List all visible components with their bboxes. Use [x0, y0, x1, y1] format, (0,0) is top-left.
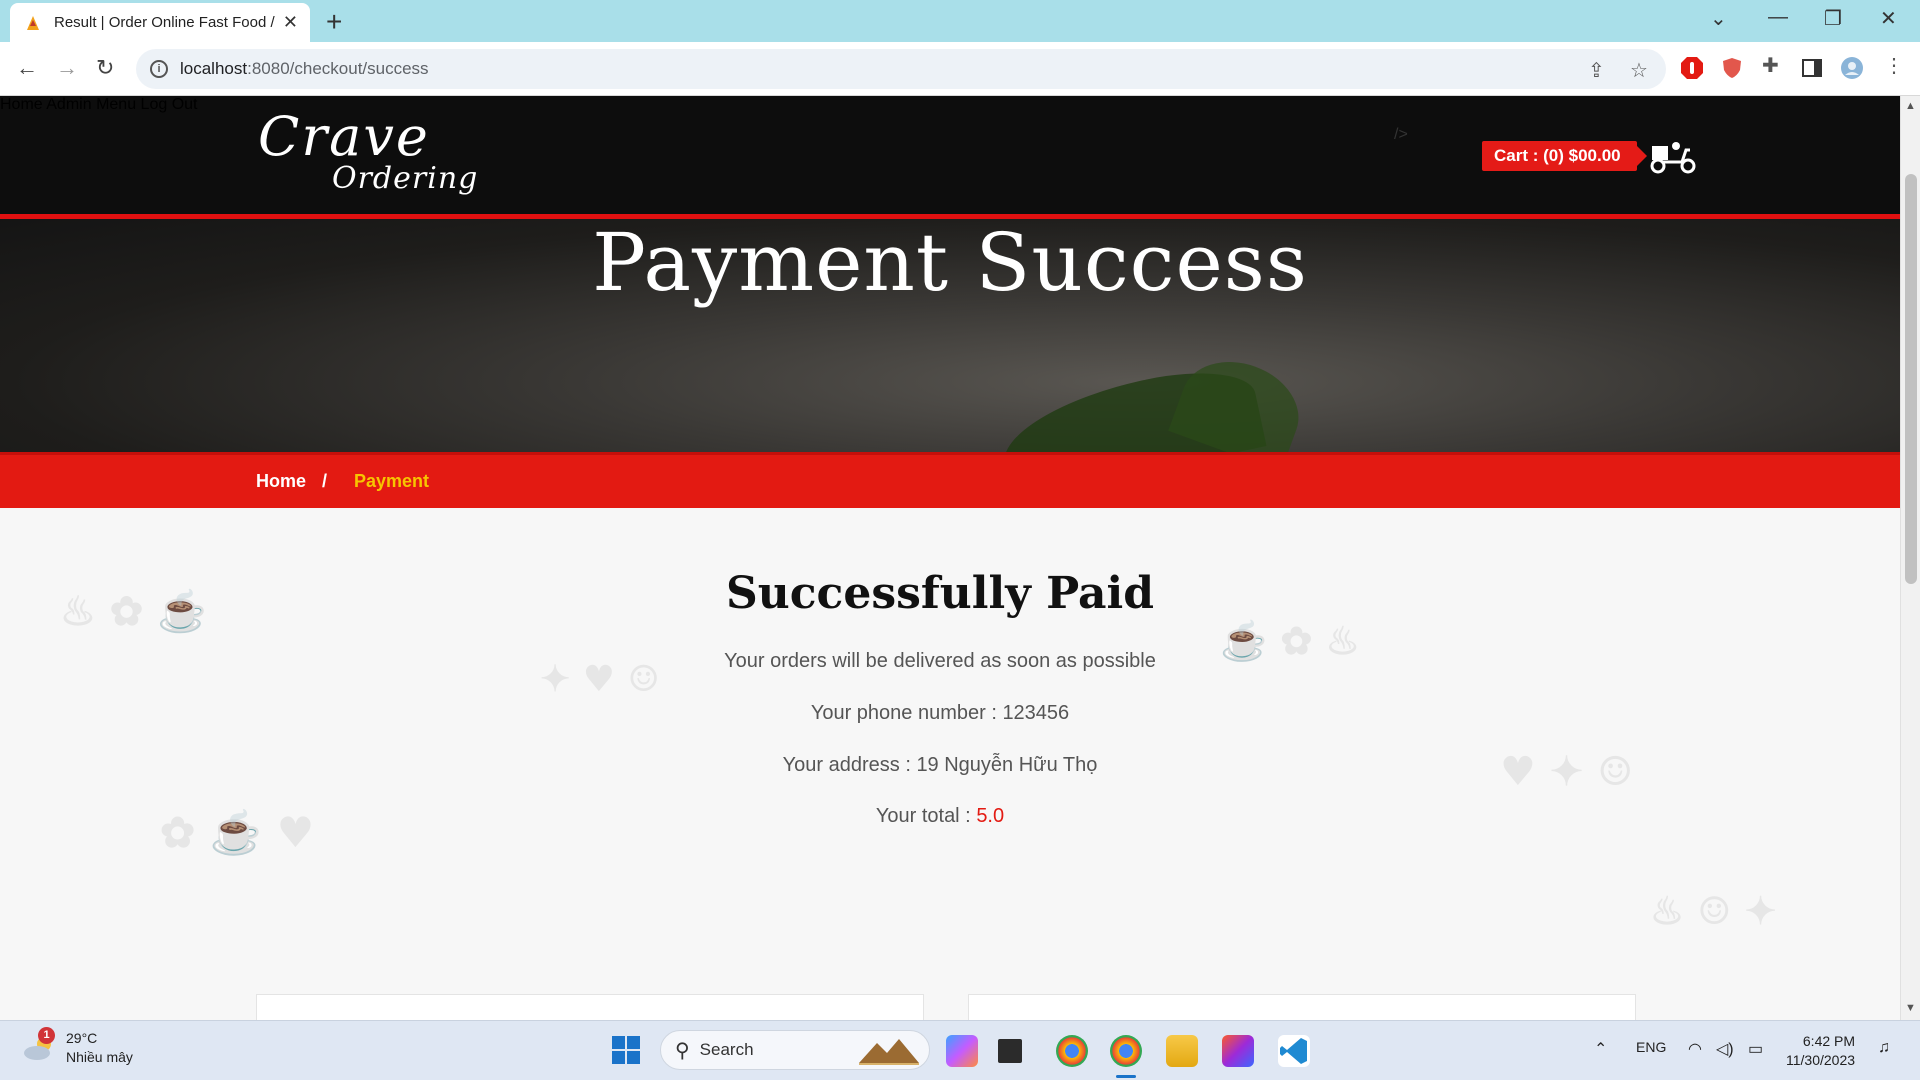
doodle-decor: ♨ ☺ ✦ [1650, 888, 1777, 933]
page-scrollbar[interactable]: ▲ ▼ [1900, 96, 1920, 1020]
page-title: Payment Success [592, 216, 1308, 309]
delivery-scooter-icon[interactable] [1648, 138, 1698, 174]
phone-label: Your phone number : [810, 702, 1003, 724]
cart-button[interactable]: Cart : (0) $00.00 [1482, 141, 1647, 171]
site-logo[interactable]: Crave Ordering [258, 110, 478, 194]
url-host: localhost [180, 59, 248, 78]
weather-desc: Nhiều mây [66, 1049, 133, 1065]
logo-line1: Crave [258, 105, 430, 168]
tab-search-chevron-icon[interactable]: ⌄ [1710, 6, 1727, 31]
wifi-icon[interactable]: ◠ [1688, 1039, 1702, 1059]
taskbar-clock[interactable]: 6:42 PM 11/30/2023 [1786, 1032, 1855, 1070]
payment-info-card [968, 994, 1636, 1020]
nav-admin[interactable]: Admin [46, 96, 91, 113]
file-explorer-icon[interactable] [1166, 1035, 1198, 1067]
url-path: :8080/checkout/success [247, 59, 429, 78]
browser-tab-active[interactable]: Result | Order Online Fast Food / ✕ [10, 3, 310, 42]
nav-home[interactable]: Home [0, 96, 43, 113]
restore-icon[interactable]: ❐ [1824, 6, 1842, 31]
search-highlight-image [859, 1039, 919, 1065]
breadcrumb: Home / Payment [0, 452, 1900, 508]
breadcrumb-separator: / [322, 471, 328, 491]
address-label: Your address : [782, 754, 917, 776]
web-page: Crave Ordering Home Admin Menu Log Out /… [0, 96, 1900, 1020]
phone-line: Your phone number : 123456 [0, 702, 1880, 725]
stray-markup-text: /> [1394, 126, 1408, 143]
close-window-icon[interactable]: ✕ [1880, 6, 1897, 31]
extensions-puzzle-icon[interactable]: ✚ [1762, 53, 1779, 78]
breadcrumb-home[interactable]: Home [256, 471, 306, 492]
success-heading: Successfully Paid [725, 568, 1154, 619]
address-line: Your address : 19 Nguyễn Hữu Thọ [0, 754, 1880, 777]
tab-title: Result | Order Online Fast Food / [54, 14, 275, 31]
shield-extension-icon[interactable] [1720, 56, 1744, 80]
task-view-icon[interactable] [998, 1039, 1022, 1063]
site-info-icon[interactable]: i [150, 60, 168, 78]
scroll-up-arrow-icon[interactable]: ▲ [1905, 100, 1916, 112]
breadcrumb-current: Payment [354, 471, 430, 491]
clock-time: 6:42 PM [1802, 1033, 1856, 1049]
windows-start-icon[interactable] [610, 1034, 642, 1066]
address-value: 19 Nguyễn Hữu Thọ [916, 754, 1098, 776]
payment-result-section: ♨ ✿ ☕ ✦ ♥ ☺ ☕ ✿ ♨ ♥ ✦ ☺ ✿ ☕ ♥ ♨ ☺ ✦ Succ… [0, 508, 1900, 1020]
browser-toolbar: ← → ↻ i localhost :8080/checkout/success… [0, 42, 1920, 96]
weather-badge: 1 [38, 1027, 55, 1044]
scrollbar-thumb[interactable] [1905, 174, 1917, 584]
vscode-icon[interactable] [1278, 1035, 1310, 1067]
total-value: 5.0 [976, 805, 1005, 827]
windows-taskbar: 29°C Nhiều mây 1 ⚲ Search ⌃ ENG ◠ ◁) ▭ 6… [0, 1020, 1920, 1080]
taskbar-search-label: Search [699, 1040, 754, 1059]
site-favicon-icon [27, 15, 39, 30]
tab-close-icon[interactable]: ✕ [283, 12, 298, 33]
browser-tab-strip: Result | Order Online Fast Food / ✕ + ⌄ … [0, 0, 1920, 42]
nav-logout[interactable]: Log Out [141, 96, 198, 113]
minimize-icon[interactable]: — [1768, 6, 1788, 29]
scroll-down-arrow-icon[interactable]: ▼ [1905, 1002, 1916, 1014]
share-icon[interactable]: ⇪ [1588, 58, 1605, 83]
intellij-icon[interactable] [1222, 1035, 1254, 1067]
notification-bell-icon[interactable]: ♫ [1878, 1039, 1890, 1057]
logo-line2: Ordering [332, 161, 479, 196]
forward-icon[interactable]: → [56, 55, 78, 81]
bookmark-star-icon[interactable]: ☆ [1630, 58, 1648, 83]
weather-temp: 29°C [66, 1030, 98, 1046]
chrome-active-icon[interactable] [1110, 1035, 1142, 1067]
address-bar[interactable]: i localhost :8080/checkout/success ⇪ ☆ [136, 49, 1666, 89]
total-label: Your total : [875, 805, 977, 827]
copilot-preview-icon[interactable] [946, 1035, 978, 1067]
adblock-extension-icon[interactable] [1680, 56, 1704, 80]
profile-avatar-icon[interactable] [1840, 56, 1864, 80]
order-info-card [256, 994, 924, 1020]
search-icon: ⚲ [675, 1039, 690, 1062]
reload-icon[interactable]: ↻ [96, 55, 114, 81]
language-indicator[interactable]: ENG [1636, 1039, 1666, 1055]
clock-date: 11/30/2023 [1786, 1052, 1856, 1068]
back-icon[interactable]: ← [16, 55, 38, 81]
new-tab-icon[interactable]: + [326, 6, 342, 38]
delivery-message: Your orders will be delivered as soon as… [724, 650, 1156, 672]
nav-menu[interactable]: Menu [96, 96, 136, 113]
battery-icon[interactable]: ▭ [1748, 1039, 1763, 1059]
browser-menu-icon[interactable]: ⋮ [1884, 53, 1904, 78]
side-panel-icon[interactable] [1800, 56, 1824, 80]
total-line: Your total : 5.0 [0, 805, 1880, 828]
phone-value: 123456 [1002, 702, 1070, 724]
volume-icon[interactable]: ◁) [1716, 1039, 1734, 1059]
chrome-profile-icon[interactable] [1056, 1035, 1088, 1067]
tray-chevron-icon[interactable]: ⌃ [1594, 1039, 1607, 1059]
active-app-indicator [1116, 1075, 1136, 1078]
taskbar-search[interactable]: ⚲ Search [660, 1030, 930, 1070]
hero-leaf-decor [1168, 346, 1312, 454]
site-header: Crave Ordering Home Admin Menu Log Out /… [0, 96, 1900, 216]
